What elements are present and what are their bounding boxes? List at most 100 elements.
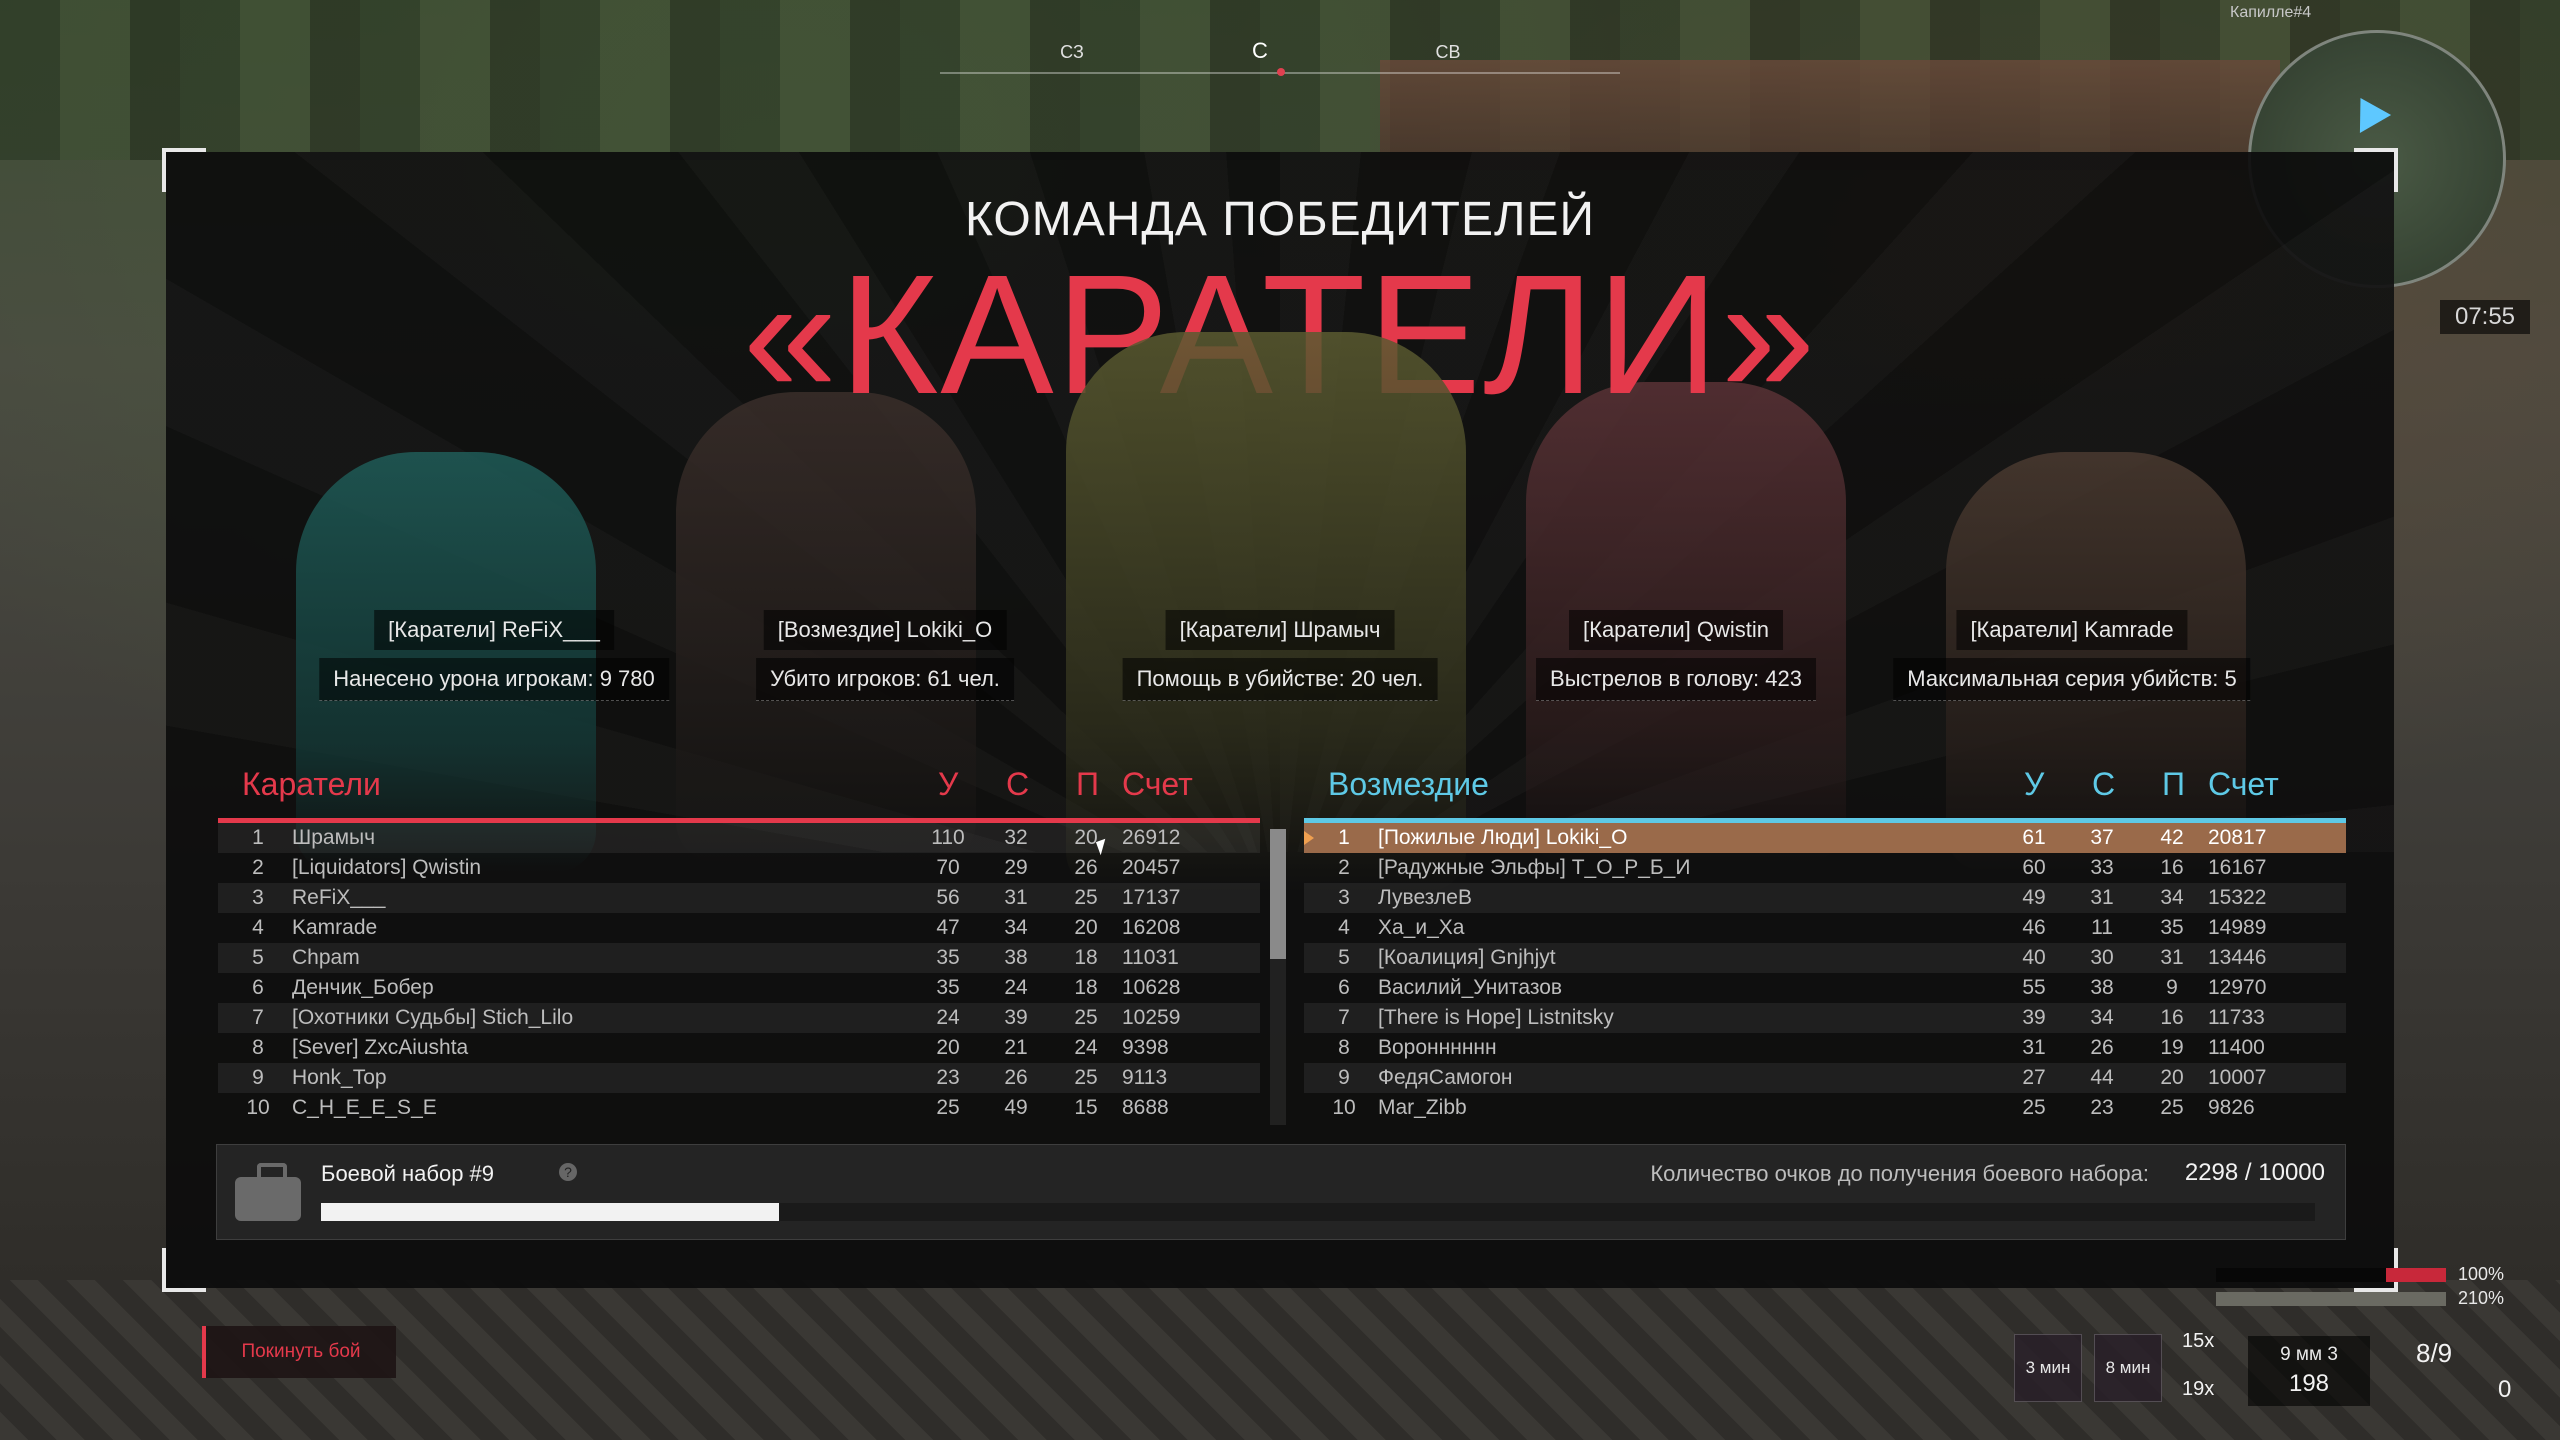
player-score: 10007: [2208, 1066, 2267, 1089]
player-deaths: 34: [2090, 1006, 2114, 1029]
player-rank: 9: [252, 1066, 264, 1089]
player-score: 11031: [1122, 946, 1179, 969]
panel-corner: [162, 1248, 206, 1292]
table-row[interactable]: 2 [Liquidators] Qwistin 70 29 26 20457: [218, 853, 1260, 883]
player-assists: 16: [2160, 856, 2184, 879]
team-scoreboard-left: Каратели У С П Счет 1 Шрамыч 110 32 20 26912 2…: [218, 752, 1260, 1123]
player-deaths: 23: [2090, 1096, 2114, 1119]
player-rank: 1: [252, 826, 264, 849]
player-kills: 35: [936, 946, 960, 969]
player-kills: 47: [936, 916, 960, 939]
mvp-name: [Каратели] Шрамыч: [1165, 610, 1395, 650]
table-row[interactable]: 10 Mar_Zibb 25 23 25 9826: [1304, 1093, 2346, 1123]
player-assists: 18: [1074, 946, 1098, 969]
player-score: 16167: [2208, 856, 2267, 879]
player-deaths: 32: [1004, 826, 1028, 849]
table-row[interactable]: 3 ЛувезлеВ 49 31 34 15322: [1304, 883, 2346, 913]
player-assists: 25: [2160, 1096, 2184, 1119]
player-name: Kamrade: [292, 916, 378, 939]
help-icon[interactable]: ?: [559, 1163, 577, 1181]
table-row[interactable]: 4 Kamrade 47 34 20 16208: [218, 913, 1260, 943]
player-kills: 70: [936, 856, 960, 879]
table-row[interactable]: 9 Honk_Top 23 26 25 9113: [218, 1063, 1260, 1093]
col-deaths: С: [1006, 766, 1030, 802]
player-deaths: 26: [2090, 1036, 2114, 1059]
player-score: 17137: [1122, 886, 1181, 909]
player-assists: 19: [2160, 1036, 2184, 1059]
table-row[interactable]: 7 [There is Hope] Listnitsky 39 34 16 11733: [1304, 1003, 2346, 1033]
player-deaths: 33: [2090, 856, 2114, 879]
leave-battle-button[interactable]: Покинуть бой: [202, 1326, 396, 1378]
table-row[interactable]: 6 Денчик_Бобер 35 24 18 10628: [218, 973, 1260, 1003]
player-score: 14989: [2208, 916, 2267, 939]
player-name: C_H_E_E_S_E: [292, 1096, 437, 1119]
player-name: Chpam: [292, 946, 360, 969]
grenade-count: 0: [2498, 1376, 2512, 1403]
mvp-stat: Выстрелов в голову: 423: [1536, 658, 1816, 701]
player-rank: 4: [1338, 916, 1350, 939]
player-assists: 26: [1074, 856, 1098, 879]
compass-mark-n: С: [1252, 38, 1268, 63]
match-timer: 07:55: [2440, 300, 2530, 334]
player-assists: 35: [2160, 916, 2184, 939]
scoreboard-scrollbar[interactable]: [1270, 829, 1286, 1125]
compass-mark-ne: СВ: [1435, 42, 1461, 62]
medkit-count: 15x: [2182, 1330, 2215, 1352]
table-row[interactable]: 10 C_H_E_E_S_E 25 49 15 8688: [218, 1093, 1260, 1123]
compass-objective-dot: [1277, 68, 1285, 76]
table-row[interactable]: 7 [Охотники Судьбы] Stich_Lilo 24 39 25 10259: [218, 1003, 1260, 1033]
player-rank: 10: [1332, 1096, 1356, 1119]
table-row[interactable]: 2 [Радужные Эльфы] Т_О_Р_Б_И 60 33 16 16167: [1304, 853, 2346, 883]
ammo-reserve-count: 198: [2288, 1370, 2330, 1397]
player-list[interactable]: 1 Шрамыч 110 32 20 26912 2 [Liquidators] Qwisti…: [218, 823, 1260, 1123]
player-score: 20817: [2208, 826, 2267, 849]
results-panel: КОМАНДА ПОБЕДИТЕЛЕЙ «КАРАТЕЛИ» [Каратели…: [162, 148, 2398, 1292]
table-row[interactable]: 8 Воронннннн 31 26 19 11400: [1304, 1033, 2346, 1063]
player-score: 11400: [2208, 1036, 2265, 1059]
table-row[interactable]: 4 Ха_и_Ха 46 11 35 14989: [1304, 913, 2346, 943]
table-row[interactable]: 3 ReFiX___ 56 31 25 17137: [218, 883, 1260, 913]
player-score: 20457: [1122, 856, 1181, 879]
table-row[interactable]: 5 Chpam 35 38 18 11031: [218, 943, 1260, 973]
team-header: Возмездие У С П Счет: [1304, 752, 2346, 818]
player-name: [Радужные Эльфы] Т_О_Р_Б_И: [1378, 856, 1691, 879]
player-assists: 25: [1074, 1006, 1098, 1029]
col-kills: У: [938, 766, 959, 802]
table-row[interactable]: 9 ФедяСамогон 27 44 20 10007: [1304, 1063, 2346, 1093]
player-deaths: 30: [2090, 946, 2114, 969]
player-name: [Пожилые Люди] Lokiki_O: [1378, 826, 1628, 849]
col-assists: П: [1076, 766, 1099, 802]
player-name: Honk_Top: [292, 1066, 387, 1089]
player-score: 9826: [2208, 1096, 2255, 1119]
player-name: ФедяСамогон: [1378, 1066, 1513, 1089]
player-score: 10628: [1122, 976, 1181, 999]
table-row[interactable]: 5 [Коалиция] Gnjhjyt 40 30 31 13446: [1304, 943, 2346, 973]
mvp-name: [Каратели] Kamrade: [1956, 610, 2188, 650]
col-deaths: С: [2092, 766, 2116, 802]
player-name: [Коалиция] Gnjhjyt: [1378, 946, 1556, 969]
table-row[interactable]: 8 [Sever] ZxcAiushta 20 21 24 9398: [218, 1033, 1260, 1063]
player-rank: 10: [246, 1096, 270, 1119]
scrollbar-thumb[interactable]: [1270, 829, 1286, 959]
team-header: Каратели У С П Счет: [218, 752, 1260, 818]
player-kills: 24: [936, 1006, 960, 1029]
player-score: 15322: [2208, 886, 2267, 909]
player-deaths: 37: [2090, 826, 2114, 849]
player-rank: 5: [252, 946, 264, 969]
player-rank: 7: [252, 1006, 264, 1029]
player-assists: 16: [2160, 1006, 2184, 1029]
table-row[interactable]: 6 Василий_Унитазов 55 38 9 12970: [1304, 973, 2346, 1003]
player-kills: 40: [2022, 946, 2046, 969]
player-deaths: 34: [1004, 916, 1028, 939]
player-kills: 49: [2022, 886, 2046, 909]
mvp-name: [Возмездие] Lokiki_O: [763, 610, 1007, 650]
mvp-stat: Помощь в убийстве: 20 чел.: [1122, 658, 1438, 701]
player-list[interactable]: 1 [Пожилые Люди] Lokiki_O 61 37 42 20817 2 [Рад…: [1304, 823, 2346, 1123]
bandage-count: 19x: [2182, 1378, 2215, 1400]
player-score: 12970: [2208, 976, 2267, 999]
player-deaths: 38: [1004, 946, 1028, 969]
table-row[interactable]: 1 [Пожилые Люди] Lokiki_O 61 37 42 20817: [1304, 823, 2346, 853]
player-deaths: 11: [2091, 916, 2113, 939]
compass-mark-nw: СЗ: [1060, 42, 1084, 62]
player-assists: 25: [1074, 886, 1098, 909]
